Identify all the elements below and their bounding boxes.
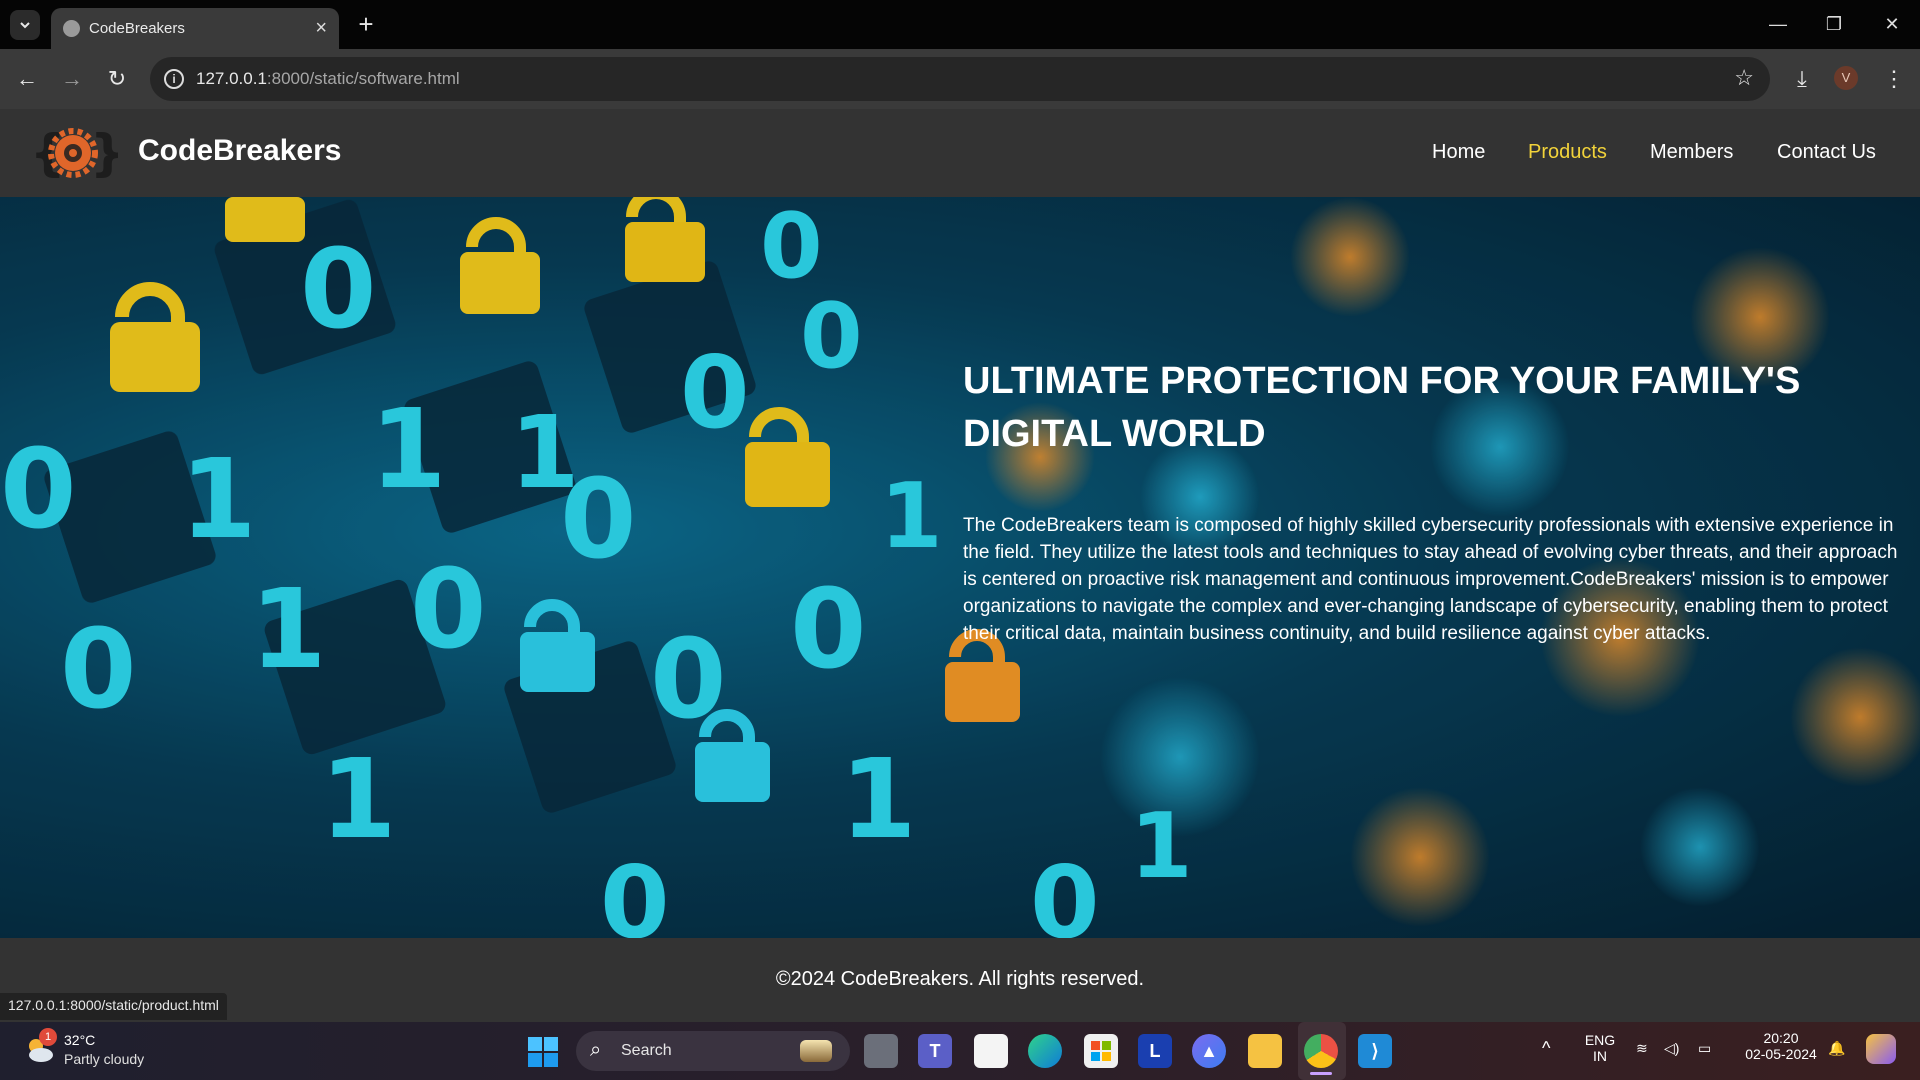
link-hover-status: 127.0.0.1:8000/static/product.html xyxy=(0,993,227,1020)
search-icon: ⌕ xyxy=(590,1039,602,1061)
tab-title: CodeBreakers xyxy=(89,20,185,37)
back-icon[interactable]: ← xyxy=(12,64,42,94)
search-highlight-icon xyxy=(800,1040,832,1062)
nav-contact-us[interactable]: Contact Us xyxy=(1777,141,1876,164)
windows-start-icon[interactable] xyxy=(528,1037,558,1067)
notification-bell-icon[interactable]: 🔔 xyxy=(1828,1040,1845,1057)
browser-tab[interactable]: CodeBreakers × xyxy=(51,8,339,49)
site-info-icon[interactable]: i xyxy=(164,69,184,89)
active-app-indicator xyxy=(1310,1072,1332,1075)
copilot-icon[interactable] xyxy=(1866,1034,1896,1064)
reload-icon[interactable]: ↻ xyxy=(102,64,132,94)
edge-icon[interactable] xyxy=(1028,1034,1062,1068)
clock[interactable]: 20:20 02-05-2024 xyxy=(1736,1030,1826,1062)
file-explorer-icon[interactable] xyxy=(1248,1034,1282,1068)
browser-toolbar: ← → ↻ i 127.0.0.1:8000/static/software.h… xyxy=(0,49,1920,109)
chevron-up-icon[interactable]: ^ xyxy=(1542,1038,1550,1059)
close-window-button[interactable]: ✕ xyxy=(1872,10,1912,38)
minimize-button[interactable]: — xyxy=(1758,10,1798,38)
nav-members[interactable]: Members xyxy=(1650,141,1733,164)
taskbar-search[interactable]: ⌕ Search xyxy=(576,1031,850,1071)
nav-products[interactable]: Products xyxy=(1528,141,1607,164)
arc-app-icon[interactable]: ▲ xyxy=(1192,1034,1226,1068)
forward-icon[interactable]: → xyxy=(57,64,87,94)
download-icon[interactable]: ⤓ xyxy=(1787,64,1817,94)
browser-tabstrip: CodeBreakers × + — ❐ ✕ xyxy=(0,0,1920,49)
bookmark-star-icon[interactable]: ☆ xyxy=(1734,65,1754,91)
task-view-icon[interactable] xyxy=(864,1034,898,1068)
taskbar: 1 32°C Partly cloudy ⌕ Search T L ▲ ⟩ ^ … xyxy=(0,1022,1920,1080)
url-text[interactable]: 127.0.0.1:8000/static/software.html xyxy=(196,69,460,89)
nav-home[interactable]: Home xyxy=(1432,141,1485,164)
close-tab-icon[interactable]: × xyxy=(315,16,327,40)
address-bar[interactable]: i 127.0.0.1:8000/static/software.html ☆ xyxy=(150,57,1770,101)
notepad-icon[interactable] xyxy=(974,1034,1008,1068)
gear-logo-icon: { } xyxy=(30,124,118,182)
weather-condition[interactable]: Partly cloudy xyxy=(64,1051,144,1067)
microsoft-store-icon[interactable] xyxy=(1084,1034,1118,1068)
vscode-icon[interactable]: ⟩ xyxy=(1358,1034,1392,1068)
chevron-down-icon xyxy=(20,22,30,29)
wifi-icon[interactable]: ≋ xyxy=(1636,1040,1648,1057)
weather-alert-badge: 1 xyxy=(39,1028,57,1046)
weather-temperature[interactable]: 32°C xyxy=(64,1032,95,1048)
hero-section: 0 1 1 0 0 1 0 0 1 0 0 0 0 1 1 0 0 1 1 0 xyxy=(0,197,1920,938)
site-footer: ©2024 CodeBreakers. All rights reserved. xyxy=(0,938,1920,1022)
globe-icon xyxy=(63,20,80,37)
l-app-icon[interactable]: L xyxy=(1138,1034,1172,1068)
battery-icon[interactable]: ▭ xyxy=(1698,1040,1711,1057)
restore-button[interactable]: ❐ xyxy=(1814,10,1854,38)
tab-search-button[interactable] xyxy=(10,10,40,40)
teams-icon[interactable]: T xyxy=(918,1034,952,1068)
volume-icon[interactable]: ◁) xyxy=(1664,1040,1679,1057)
language-indicator[interactable]: ENG IN xyxy=(1578,1032,1622,1064)
profile-avatar[interactable]: V xyxy=(1834,66,1858,90)
search-label: Search xyxy=(621,1042,672,1059)
hero-title: ULTIMATE PROTECTION FOR YOUR FAMILY'S DI… xyxy=(963,360,1801,455)
store-grid-icon xyxy=(1091,1041,1111,1061)
brand-name[interactable]: CodeBreakers xyxy=(138,134,341,168)
hero-description: The CodeBreakers team is composed of hig… xyxy=(963,515,1898,644)
copyright-text: ©2024 CodeBreakers. All rights reserved. xyxy=(775,968,1145,990)
new-tab-button[interactable]: + xyxy=(352,10,380,38)
menu-icon[interactable]: ⋮ xyxy=(1879,64,1909,94)
site-header: { } CodeBreakers Home Products Members C… xyxy=(0,109,1920,197)
